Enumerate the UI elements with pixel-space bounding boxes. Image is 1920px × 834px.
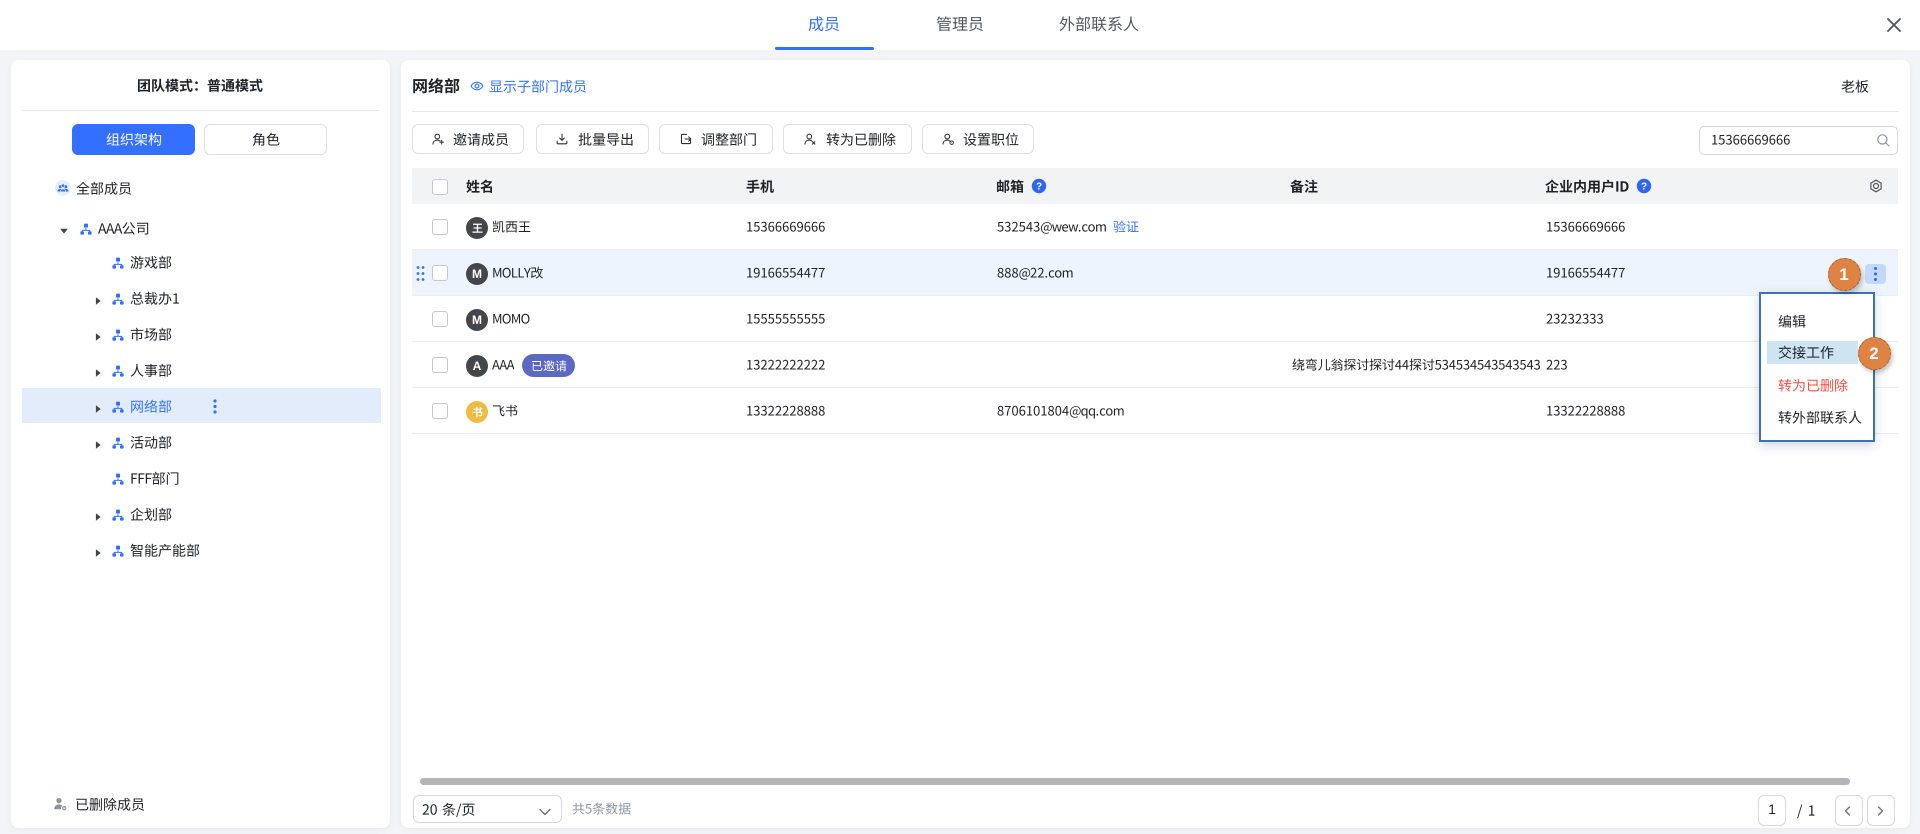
svg-text:?: ? xyxy=(1641,181,1647,192)
svg-text:?: ? xyxy=(1036,181,1042,192)
